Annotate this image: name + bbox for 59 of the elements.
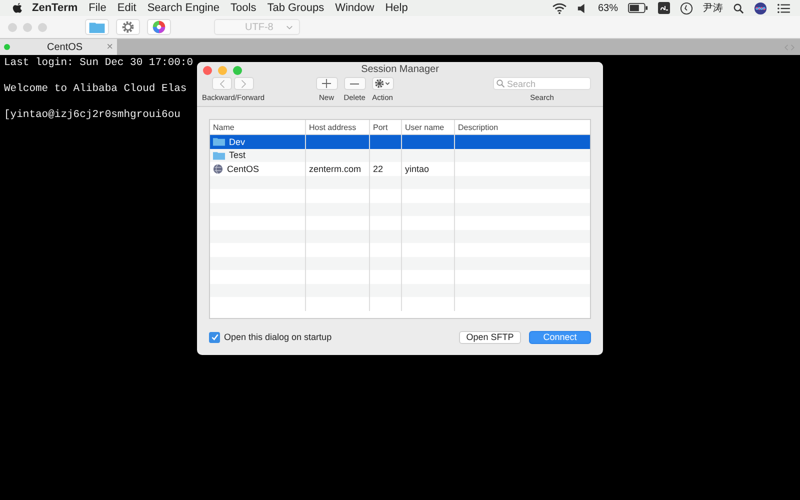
folder-icon xyxy=(89,21,105,33)
folder-icon xyxy=(213,137,225,146)
new-button[interactable] xyxy=(316,77,338,90)
menu-item[interactable]: Tools xyxy=(230,2,256,14)
app-status-icon[interactable] xyxy=(658,2,670,14)
gear-icon xyxy=(374,78,392,90)
siri-icon[interactable] xyxy=(754,2,767,14)
column-header[interactable]: Description xyxy=(455,120,590,134)
open-sftp-button[interactable]: Open SFTP xyxy=(459,330,521,344)
battery-icon[interactable] xyxy=(628,3,648,13)
app-menu[interactable]: ZenTerm xyxy=(32,2,78,14)
column-header[interactable]: Host address xyxy=(306,120,370,134)
terminal-line: Welcome to Alibaba Cloud Elas xyxy=(4,83,187,95)
settings-button[interactable] xyxy=(116,19,140,35)
table-cell: Test xyxy=(229,150,246,160)
color-wheel-icon xyxy=(152,20,166,34)
column-header[interactable]: Name xyxy=(210,120,306,134)
menu-item[interactable]: Edit xyxy=(117,2,136,14)
tab-label: CentOS xyxy=(47,42,84,52)
checkbox-label: Open this dialog on startup xyxy=(224,332,332,342)
globe-icon xyxy=(213,164,223,174)
search-icon xyxy=(496,79,505,88)
menu-item[interactable]: Help xyxy=(385,2,408,14)
table-cell: Dev xyxy=(229,136,246,147)
column-header[interactable]: User name xyxy=(402,120,455,134)
chevron-right-icon xyxy=(241,78,248,89)
wifi-icon[interactable] xyxy=(552,2,567,14)
table-row[interactable]: Test xyxy=(210,148,590,162)
status-dot xyxy=(4,44,10,50)
tab[interactable]: CentOS × xyxy=(0,39,117,55)
battery-percentage: 63% xyxy=(598,2,618,14)
folder-icon xyxy=(213,150,225,160)
menu-item[interactable]: Window xyxy=(335,2,374,14)
startup-checkbox[interactable]: Open this dialog on startup xyxy=(209,332,332,342)
menu-item[interactable]: Search Engine xyxy=(147,2,220,14)
terminal-line: Last login: Sun Dec 30 17:00:0 xyxy=(4,57,194,69)
delete-button[interactable] xyxy=(344,77,366,90)
table-cell: CentOS xyxy=(227,164,260,174)
color-button[interactable] xyxy=(147,19,171,35)
checkbox[interactable] xyxy=(209,332,220,342)
chevron-left-icon xyxy=(219,78,226,89)
gear-icon xyxy=(121,20,135,34)
search-field[interactable]: Search xyxy=(493,77,591,90)
plus-icon xyxy=(322,79,332,88)
action-button[interactable] xyxy=(372,77,394,90)
table-row[interactable]: Dev xyxy=(210,135,590,148)
terminal-line: [yintao@izj6cj2r0smhgroui6ou xyxy=(4,109,180,121)
column-header[interactable]: Port xyxy=(370,120,402,134)
list-icon[interactable] xyxy=(777,2,790,14)
minus-icon xyxy=(350,82,360,85)
search-icon[interactable] xyxy=(733,2,744,14)
checkmark-icon xyxy=(210,333,218,341)
caret-icon xyxy=(286,24,293,30)
menu-item[interactable]: Tab Groups xyxy=(267,2,324,14)
user-name[interactable]: 尹涛 xyxy=(703,1,723,15)
menu-item[interactable]: File xyxy=(88,2,106,14)
apple-icon[interactable] xyxy=(12,2,23,14)
dialog-title: Session Manager xyxy=(361,64,439,76)
clock-icon[interactable] xyxy=(680,2,693,14)
